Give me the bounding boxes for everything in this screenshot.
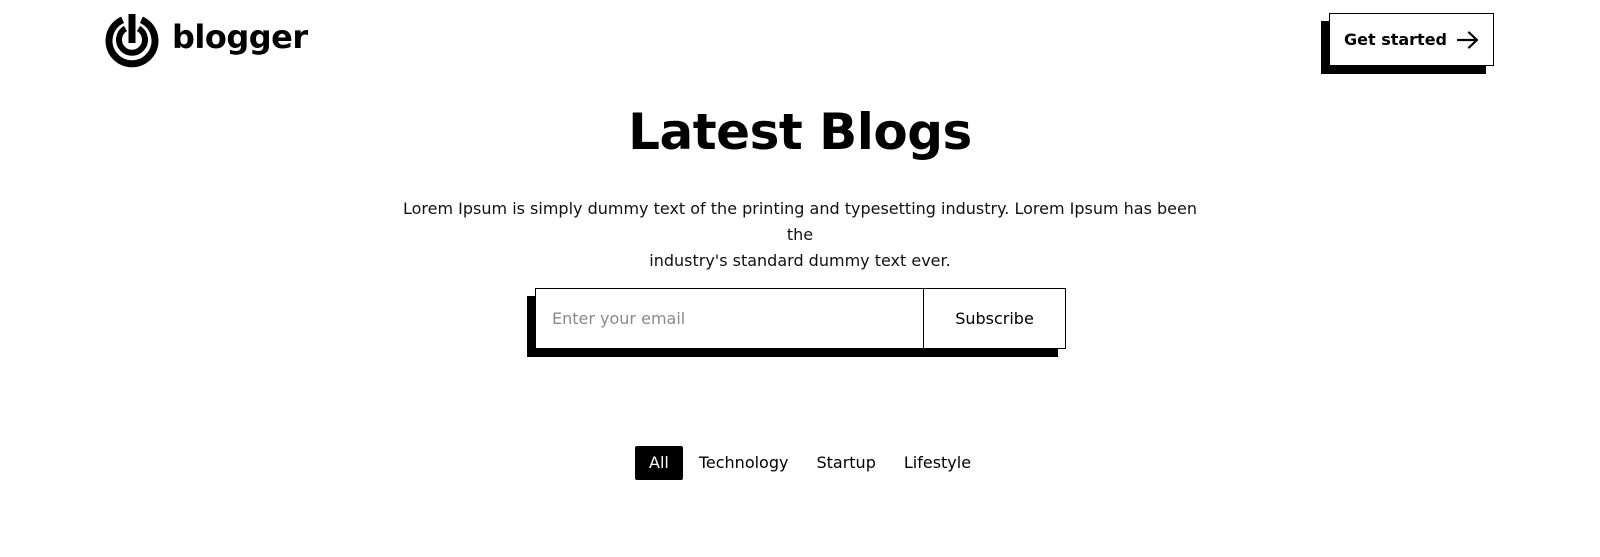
tab-startup[interactable]: Startup [804, 446, 887, 480]
description-line-1: Lorem Ipsum is simply dummy text of the … [403, 199, 1197, 244]
get-started-button[interactable]: Get started [1329, 13, 1494, 66]
subscribe-button[interactable]: Subscribe [924, 289, 1065, 348]
tab-lifestyle[interactable]: Lifestyle [892, 446, 983, 480]
brand-name: blogger [172, 18, 308, 56]
subscribe-form: Subscribe [535, 288, 1066, 349]
category-filter-tabs: All Technology Startup Lifestyle [635, 446, 983, 480]
brand-logo[interactable]: blogger [104, 12, 308, 68]
description-line-2: industry's standard dummy text ever. [649, 251, 951, 270]
tab-technology[interactable]: Technology [687, 446, 801, 480]
get-started-label: Get started [1343, 30, 1447, 49]
arrow-right-icon [1457, 30, 1479, 49]
page-description: Lorem Ipsum is simply dummy text of the … [400, 196, 1200, 274]
target-power-icon [104, 12, 160, 68]
tab-all[interactable]: All [635, 446, 683, 480]
page-title: Latest Blogs [628, 103, 972, 161]
page: blogger Get started Latest Blogs Lorem I… [0, 0, 1600, 557]
email-input[interactable] [536, 289, 924, 348]
